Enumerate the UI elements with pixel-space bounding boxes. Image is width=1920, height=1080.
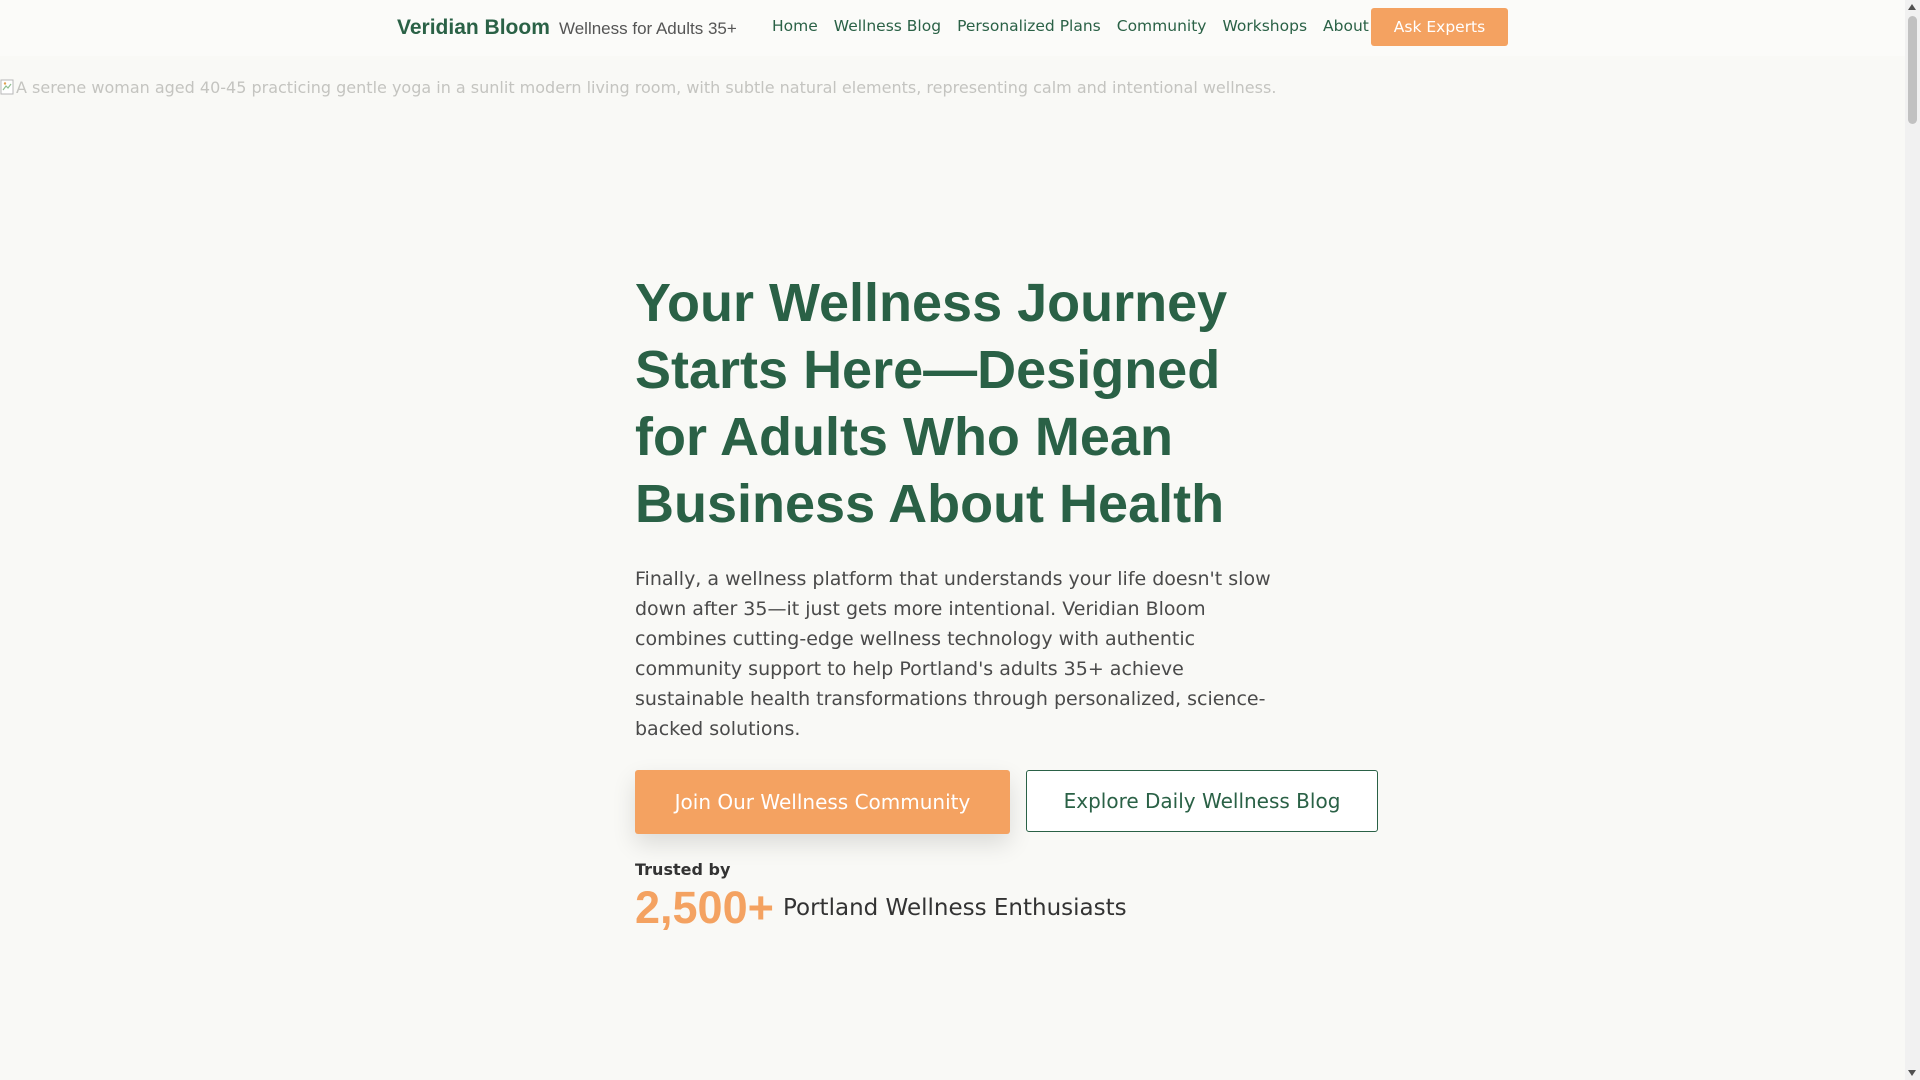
join-community-button[interactable]: Join Our Wellness Community: [635, 770, 1010, 834]
brand[interactable]: Veridian Bloom Wellness for Adults 35+: [397, 16, 737, 40]
explore-blog-button[interactable]: Explore Daily Wellness Blog: [1026, 770, 1378, 832]
trust-text: Portland Wellness Enthusiasts: [782, 895, 1127, 921]
site-header: Veridian Bloom Wellness for Adults 35+ H…: [0, 0, 1905, 56]
hero-image-alt-text: A serene woman aged 40-45 practicing gen…: [16, 78, 1277, 97]
scroll-up-arrow-icon[interactable]: [1908, 4, 1916, 10]
trust-line: 2,500+ Portland Wellness Enthusiasts: [635, 882, 1395, 934]
ask-experts-button[interactable]: Ask Experts: [1371, 8, 1508, 46]
scrollbar-thumb[interactable]: [1908, 16, 1917, 124]
vertical-scrollbar[interactable]: [1905, 0, 1920, 1080]
main-nav: Home Wellness Blog Personalized Plans Co…: [772, 17, 1369, 35]
nav-item-home[interactable]: Home: [772, 17, 818, 35]
trust-label: Trusted by: [635, 860, 731, 879]
nav-item-personalized-plans[interactable]: Personalized Plans: [957, 17, 1101, 35]
scroll-down-arrow-icon[interactable]: [1908, 1070, 1916, 1076]
trust-count: 2,500+: [635, 882, 774, 933]
hero-section: Your Wellness Journey Starts Here—Design…: [635, 270, 1395, 934]
hero-image: A serene woman aged 40-45 practicing gen…: [0, 78, 1905, 104]
page: Veridian Bloom Wellness for Adults 35+ H…: [0, 0, 1920, 1080]
hero-description: Finally, a wellness platform that unders…: [635, 568, 1271, 740]
hero-cta-row: Join Our Wellness Community Explore Dail…: [635, 770, 1395, 834]
nav-item-about[interactable]: About: [1323, 17, 1369, 35]
nav-item-workshops[interactable]: Workshops: [1222, 17, 1307, 35]
broken-image-icon: [0, 79, 14, 95]
trust-block: Trusted by 2,500+ Portland Wellness Enth…: [635, 860, 1395, 934]
nav-item-wellness-blog[interactable]: Wellness Blog: [834, 17, 941, 35]
hero-title: Your Wellness Journey Starts Here—Design…: [635, 273, 1228, 534]
brand-name[interactable]: Veridian Bloom: [397, 16, 550, 39]
nav-item-community[interactable]: Community: [1117, 17, 1207, 35]
brand-tagline: Wellness for Adults 35+: [558, 19, 737, 38]
